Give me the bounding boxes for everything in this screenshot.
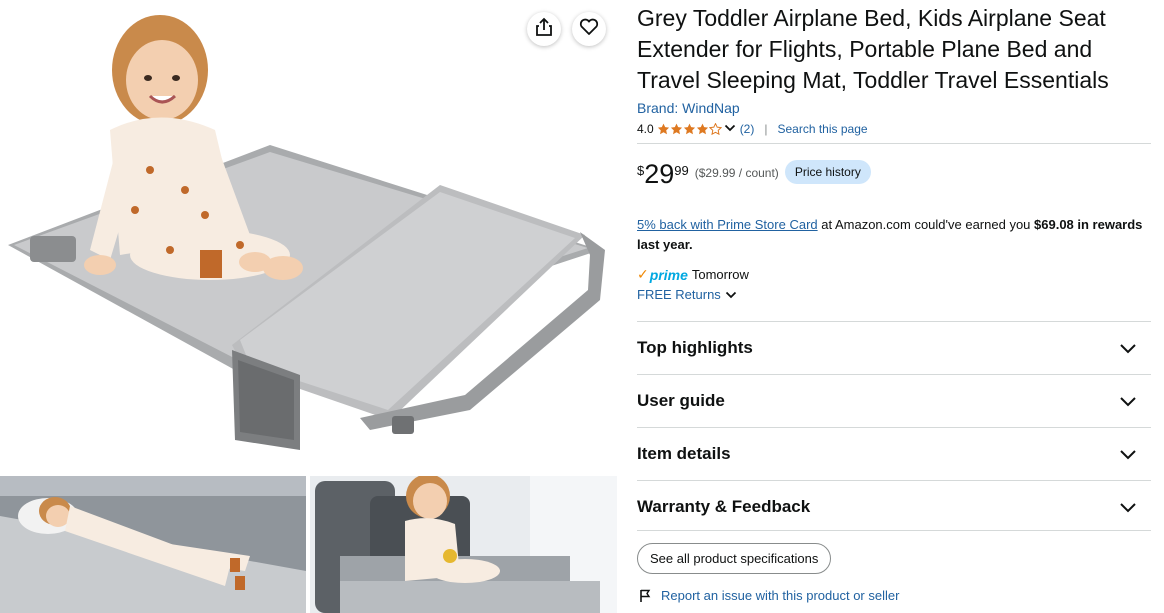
prime-logo: ✓ prime [637, 266, 688, 283]
chevron-down-icon [1119, 342, 1137, 354]
free-returns-label: FREE Returns [637, 287, 721, 302]
heart-icon [579, 18, 599, 41]
star-icon [657, 123, 669, 135]
report-issue-label: Report an issue with this product or sel… [661, 588, 900, 603]
wishlist-button[interactable] [572, 12, 606, 46]
product-title: Grey Toddler Airplane Bed, Kids Airplane… [637, 5, 1109, 93]
accordion-label: Warranty & Feedback [637, 497, 811, 516]
prime-delivery: ✓ prime Tomorrow [637, 266, 749, 283]
cashback-offer: 5% back with Prime Store Card at Amazon.… [637, 215, 1151, 255]
price-fraction: 99 [674, 163, 689, 178]
star-rating[interactable] [657, 123, 722, 135]
cashback-text: at Amazon.com could've earned you [817, 217, 1035, 232]
accordion-label: User guide [637, 391, 725, 410]
chevron-down-icon [1119, 448, 1137, 460]
rating-value: 4.0 [637, 122, 654, 136]
star-icon [670, 123, 682, 135]
accordion-item-details[interactable]: Item details [637, 428, 1151, 480]
main-product-image[interactable] [0, 0, 617, 476]
rating-count-link[interactable]: (2) [740, 122, 755, 136]
separator: | [764, 122, 768, 136]
flag-icon [639, 589, 651, 603]
star-icon [696, 123, 708, 135]
chevron-down-icon [1119, 501, 1137, 513]
price-block: $ 29 99 ($29.99 / count) Price history [637, 159, 871, 189]
accordion-label: Item details [637, 444, 731, 463]
accordion-user-guide[interactable]: User guide [637, 375, 1151, 427]
delivery-day: Tomorrow [691, 267, 749, 282]
price-whole: 29 [644, 159, 675, 189]
star-icon [683, 123, 695, 135]
share-icon [535, 17, 553, 42]
image-gallery [0, 0, 617, 613]
see-all-specifications-button[interactable]: See all product specifications [637, 543, 832, 574]
chevron-down-icon [1119, 395, 1137, 407]
prime-check-icon: ✓ [637, 266, 649, 282]
report-issue-link[interactable]: Report an issue with this product or sel… [639, 588, 899, 603]
search-this-page-link[interactable]: Search this page [777, 122, 867, 136]
share-button[interactable] [527, 12, 561, 46]
rating-row: 4.0 (2) | Search this page [637, 121, 868, 137]
divider [637, 143, 1151, 144]
accordion-label: Top highlights [637, 338, 753, 357]
star-icon [708, 123, 722, 135]
chevron-down-icon[interactable] [724, 122, 736, 136]
prime-label: prime [649, 266, 688, 283]
thumbnail-seat[interactable] [310, 476, 617, 613]
prime-card-link[interactable]: 5% back with Prime Store Card [637, 217, 818, 232]
divider [637, 530, 1151, 531]
unit-price: ($29.99 / count) [694, 166, 779, 180]
accordion-warranty-feedback[interactable]: Warranty & Feedback [637, 481, 1151, 533]
free-returns-link[interactable]: FREE Returns [637, 287, 737, 302]
accordion-top-highlights[interactable]: Top highlights [637, 322, 1151, 374]
price-history-button[interactable]: Price history [784, 160, 871, 184]
thumbnail-sleeping[interactable] [0, 476, 306, 613]
chevron-down-icon [725, 291, 736, 298]
brand-link[interactable]: Brand: WindNap [637, 100, 740, 116]
price-symbol: $ [637, 163, 645, 178]
